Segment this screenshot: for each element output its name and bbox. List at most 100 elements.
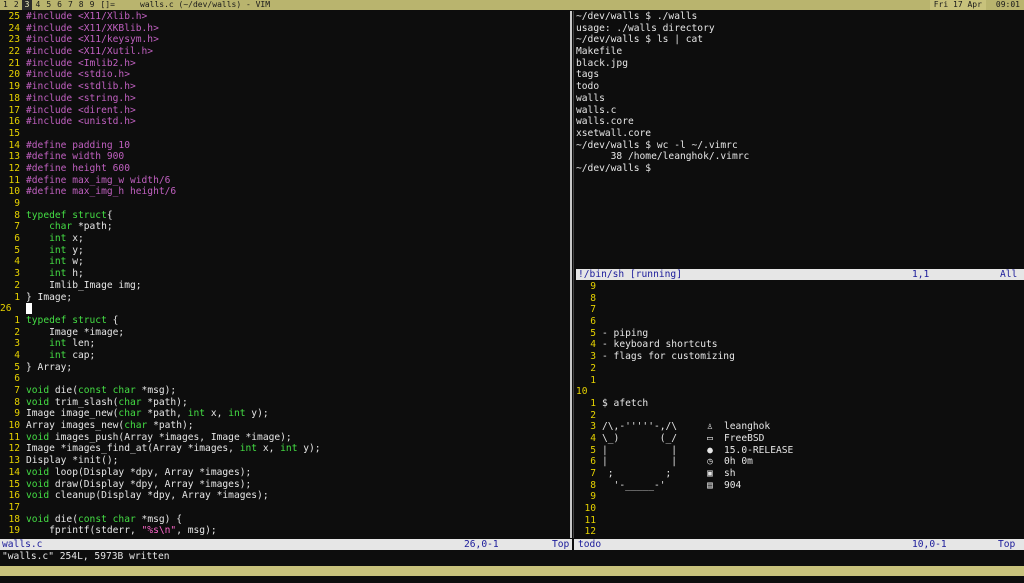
code-line: 14 void loop(Display *dpy, Array *images)… (0, 467, 570, 479)
code-token: #include <stdlib.h> (26, 81, 136, 93)
code-token: char (118, 408, 142, 420)
code-line: 2 Imlib_Image img; (0, 280, 570, 292)
line-number: 7 (14, 385, 20, 396)
todo-line: 1 (576, 375, 1024, 387)
command-line[interactable]: "walls.c" 254L, 5973B written (2, 551, 170, 562)
line-number: 10 (8, 420, 20, 432)
line-number: 5 (14, 244, 20, 256)
editor-pane[interactable]: 25 #include <X11/Xlib.h> 24 #include <X11/X… (0, 11, 570, 538)
line-number: 12 (8, 162, 20, 174)
code-token: int (49, 338, 67, 350)
line-number: 14 (8, 139, 20, 151)
todo-pane[interactable]: 98765- piping 4- keyboard shortcuts 3- fla… (576, 281, 1024, 538)
code-token: "%s\n" (141, 525, 177, 537)
line-number: 1 (14, 314, 20, 326)
line-number: 11 (8, 431, 20, 443)
fetch-value: sh (724, 468, 736, 479)
workspace-tag-3[interactable]: 3 (21, 0, 33, 10)
text-cursor (26, 303, 32, 315)
fetch-info-row: ▤ 904 (704, 480, 741, 492)
code-token: w; (66, 256, 84, 268)
workspace-tag-8[interactable]: 8 (76, 0, 87, 10)
code-line: 8 typedef struct{ (0, 210, 570, 222)
code-token: *path); (141, 396, 188, 408)
vertical-split-bar[interactable] (570, 11, 572, 538)
line-number: 8 (590, 292, 596, 304)
code-line: 9 (0, 198, 570, 210)
code-line: 24 #include <X11/XKBlib.h> (0, 23, 570, 35)
workspace-tag-2[interactable]: 2 (11, 0, 22, 10)
terminal-line: black.jpg (576, 57, 628, 69)
code-line: 4 int cap; (0, 350, 570, 362)
workspace-tag-10[interactable]: []= (97, 0, 117, 10)
code-token: Display *init(); (26, 455, 119, 467)
code-token: #define max_img_w width/6 (26, 174, 171, 186)
code-line: 13 #define width 900 (0, 151, 570, 163)
line-number: 20 (8, 69, 20, 81)
workspace-tag-1[interactable]: 1 (0, 0, 11, 10)
fetch-info-row: ● 15.0-RELEASE (704, 445, 793, 457)
code-line: 16 void cleanup(Display *dpy, Array *imag… (0, 490, 570, 502)
terminal-pane[interactable]: ~/dev/walls $ ./walls usage: ./walls dire… (576, 11, 1024, 268)
code-line: 25 #include <X11/Xlib.h> (0, 11, 570, 23)
code-token: #define height 600 (26, 162, 130, 174)
todo-text: $ afetch (602, 397, 649, 409)
todo-line: 5 - piping (576, 328, 1024, 340)
code-token: cap; (66, 349, 96, 361)
code-token: #include <X11/XKBlib.h> (26, 22, 159, 34)
code-token: int (49, 268, 67, 280)
code-line: 9 Image image_new(char *path, int x, int … (0, 408, 570, 420)
code-token: Image image_new( (26, 408, 119, 420)
code-token: int (280, 443, 298, 455)
code-token: y; (66, 244, 84, 256)
line-number: 1 (14, 291, 20, 303)
code-token: } Image; (26, 291, 73, 303)
split-divider (573, 11, 574, 538)
line-number: 2 (14, 326, 20, 338)
workspace-tag-6[interactable]: 6 (54, 0, 65, 10)
apple-icon: ● (707, 444, 713, 456)
line-number: 1 (590, 397, 596, 409)
terminal-line: ~/dev/walls $ (576, 162, 652, 174)
workspace-tag-9[interactable]: 9 (87, 0, 98, 10)
code-token: void (26, 431, 50, 443)
line-number: 5 (590, 444, 596, 456)
fetch-value: leanghok (724, 421, 771, 433)
terminal-line: Makefile (576, 46, 623, 58)
todo-line: 12 (576, 526, 1024, 538)
code-line: 12 #define height 600 (0, 163, 570, 175)
code-line: 3 int h; (0, 268, 570, 280)
terminal-line: xsetwall.core (576, 127, 652, 139)
line-number: 9 (590, 281, 596, 292)
code-token: *msg); (135, 385, 177, 396)
code-token: cleanup(Display *dpy, Array *images); (49, 490, 269, 502)
code-token: Image *images_find_at(Array *images, (26, 443, 240, 455)
code-token: void (26, 513, 50, 525)
code-line: 11 #define max_img_w width/6 (0, 175, 570, 187)
line-number: 10 (8, 186, 20, 198)
terminal-line: walls.c (576, 104, 617, 116)
todo-text: \_) (_/ (602, 432, 678, 444)
code-token: die( (49, 513, 78, 525)
code-token: #include <stdio.h> (26, 69, 130, 81)
workspace-tag-5[interactable]: 5 (43, 0, 54, 10)
code-token: #include <string.h> (26, 92, 136, 104)
terminal-status-pos: 1,1 (912, 269, 930, 280)
line-number: 2 (590, 409, 596, 421)
code-line: 18 #include <string.h> (0, 93, 570, 105)
code-token: { (106, 314, 119, 326)
workspace-tag-4[interactable]: 4 (32, 0, 43, 10)
line-number: 12 (8, 443, 20, 455)
line-number: 6 (14, 373, 20, 385)
todo-text: - flags for customizing (602, 351, 735, 363)
line-number: 14 (8, 466, 20, 478)
todo-status-pos: 10,0-1 (912, 539, 947, 550)
code-line: 7 char *path; (0, 221, 570, 233)
fetch-value: 0h 0m (724, 456, 753, 468)
code-line: 12 Image *images_find_at(Array *images, i… (0, 443, 570, 455)
code-line: 20 #include <stdio.h> (0, 69, 570, 81)
todo-line: 3 /\,-'''''-,/\ ♙ leanghok (576, 421, 1024, 433)
workspace-tag-7[interactable]: 7 (65, 0, 76, 10)
line-number: 16 (8, 116, 20, 128)
